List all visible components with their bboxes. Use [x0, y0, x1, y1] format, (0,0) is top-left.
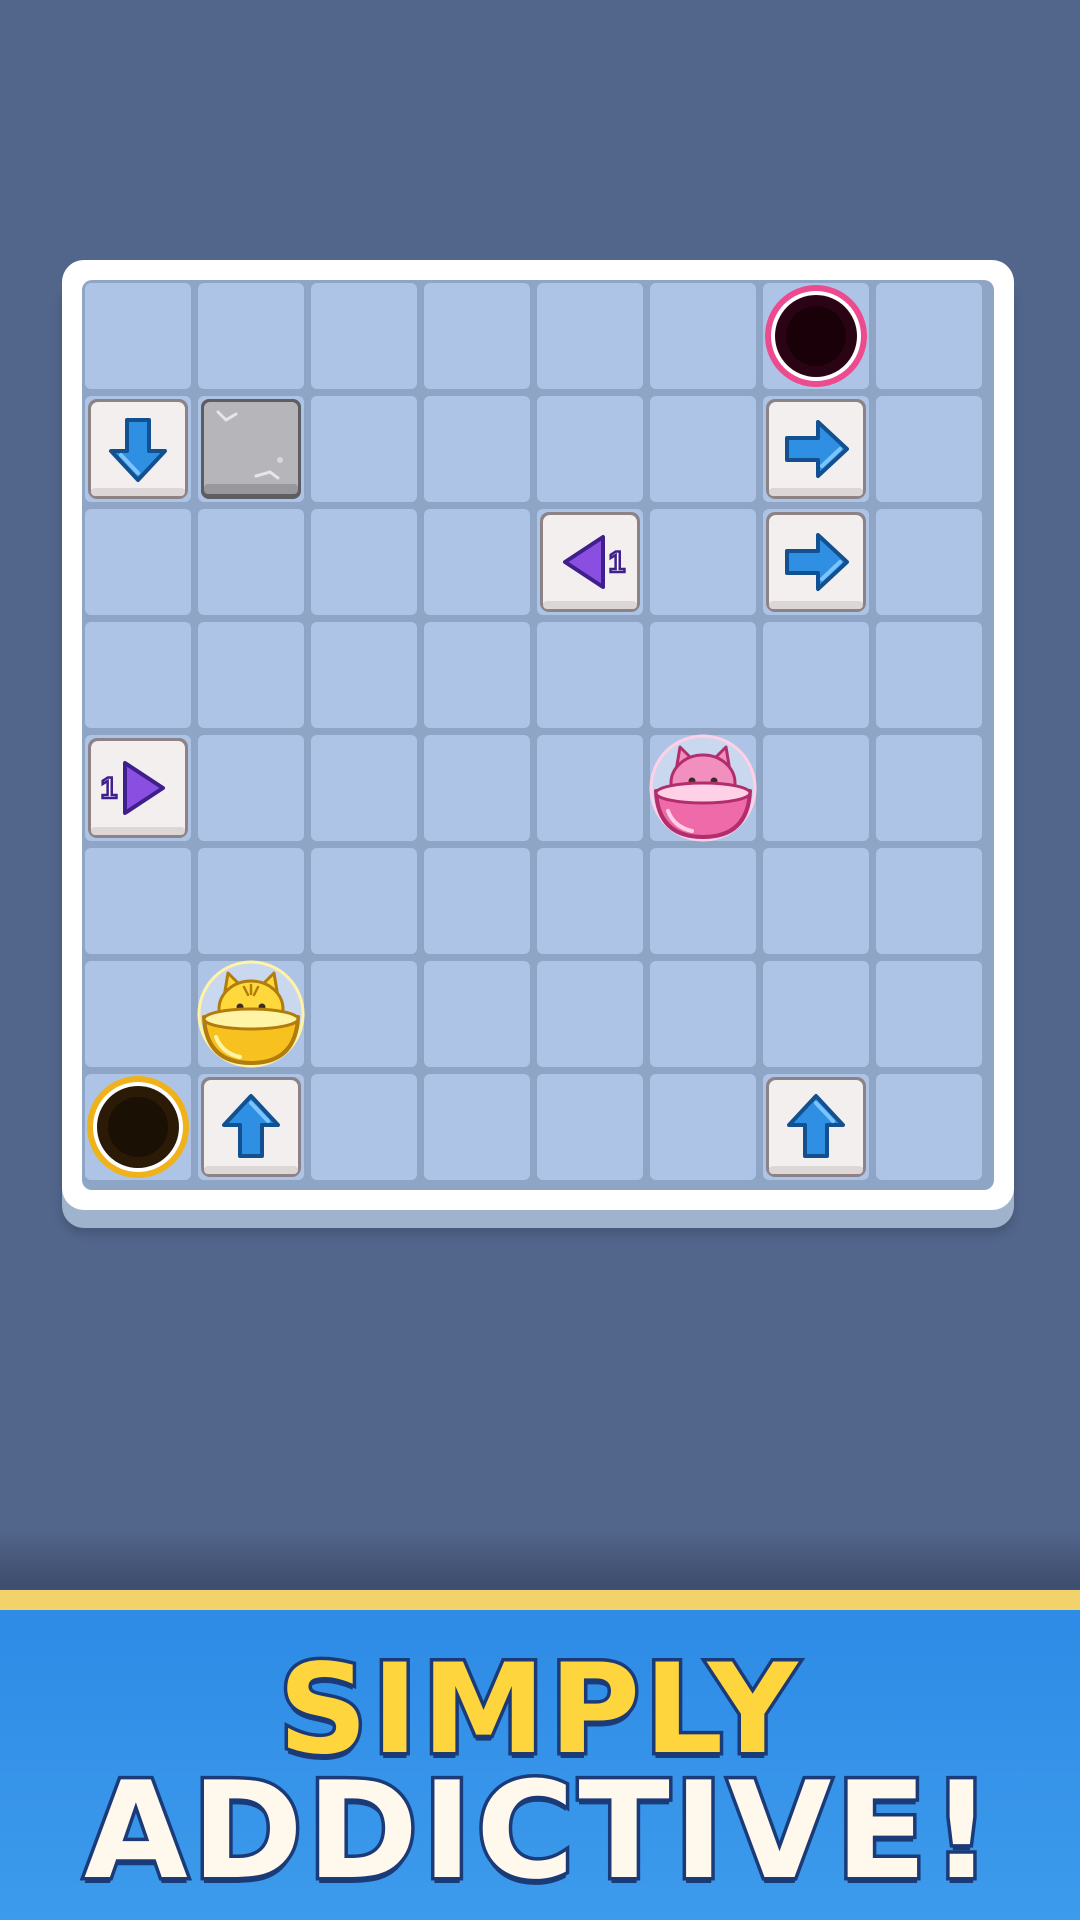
- stone-block-icon: [196, 394, 306, 504]
- board-cell[interactable]: [537, 848, 643, 954]
- arrow-down-blue-icon[interactable]: [83, 394, 193, 504]
- board-cell[interactable]: [876, 1074, 982, 1180]
- board-cell[interactable]: [537, 735, 643, 841]
- hole-pink-icon: [761, 281, 871, 391]
- arrow-count-label: 1: [609, 546, 626, 579]
- arrow-right-purple-icon[interactable]: 1: [83, 733, 193, 843]
- board-cell[interactable]: [85, 848, 191, 954]
- board-cell[interactable]: [763, 848, 869, 954]
- board-cell[interactable]: [424, 509, 530, 615]
- board-cell[interactable]: [876, 622, 982, 728]
- board-cell[interactable]: [424, 848, 530, 954]
- arrow-up-blue-icon[interactable]: [761, 1072, 871, 1182]
- board-cell[interactable]: [537, 283, 643, 389]
- board-cell[interactable]: [763, 735, 869, 841]
- board-cell[interactable]: [85, 509, 191, 615]
- board-cell[interactable]: [311, 961, 417, 1067]
- board-cell[interactable]: [650, 848, 756, 954]
- arrow-up-blue-icon[interactable]: [196, 1072, 306, 1182]
- arrow-count-label: 1: [101, 772, 118, 805]
- board-cell[interactable]: [650, 396, 756, 502]
- board-cell[interactable]: [650, 622, 756, 728]
- game-board: 11: [62, 260, 1014, 1210]
- board-cell[interactable]: [311, 509, 417, 615]
- board-cell[interactable]: [311, 735, 417, 841]
- board-cell[interactable]: [198, 848, 304, 954]
- board-cell[interactable]: [424, 396, 530, 502]
- board-cell[interactable]: [424, 622, 530, 728]
- board-cell[interactable]: [650, 961, 756, 1067]
- board-cell[interactable]: [876, 283, 982, 389]
- arrow-right-blue-icon[interactable]: [761, 394, 871, 504]
- board-cell[interactable]: [85, 622, 191, 728]
- board-cell[interactable]: [537, 1074, 643, 1180]
- board-cell[interactable]: [763, 622, 869, 728]
- board-cell[interactable]: [650, 1074, 756, 1180]
- board-cell[interactable]: [763, 961, 869, 1067]
- board-cell[interactable]: [311, 848, 417, 954]
- board-cell[interactable]: [537, 396, 643, 502]
- board-cell[interactable]: [198, 622, 304, 728]
- headline-line2: ADDICTIVE!: [81, 1753, 996, 1909]
- board-cell[interactable]: [311, 1074, 417, 1180]
- hole-gold-icon: [83, 1072, 193, 1182]
- cat-yellow-icon[interactable]: [196, 959, 306, 1069]
- footer-shadow: [0, 1530, 1080, 1590]
- board-cell[interactable]: [876, 396, 982, 502]
- board-cell[interactable]: [537, 622, 643, 728]
- board-cell[interactable]: [198, 735, 304, 841]
- board-cell[interactable]: [311, 396, 417, 502]
- board-cell[interactable]: [650, 509, 756, 615]
- board-cell[interactable]: [650, 283, 756, 389]
- board-cell[interactable]: [198, 283, 304, 389]
- board-cell[interactable]: [424, 283, 530, 389]
- board-cell[interactable]: [876, 509, 982, 615]
- board-grid: 11: [82, 280, 994, 1190]
- board-cell[interactable]: [85, 961, 191, 1067]
- board-cell[interactable]: [537, 961, 643, 1067]
- board-cell[interactable]: [876, 961, 982, 1067]
- board-cell[interactable]: [85, 283, 191, 389]
- board-cell[interactable]: [424, 735, 530, 841]
- board-cell[interactable]: [876, 735, 982, 841]
- board-cell[interactable]: [198, 509, 304, 615]
- board-cell[interactable]: [424, 1074, 530, 1180]
- board-cell[interactable]: [311, 622, 417, 728]
- board-cell[interactable]: [424, 961, 530, 1067]
- cat-pink-icon[interactable]: [648, 733, 758, 843]
- arrow-left-purple-icon[interactable]: 1: [535, 507, 645, 617]
- board-cell[interactable]: [311, 283, 417, 389]
- arrow-right-blue-icon[interactable]: [761, 507, 871, 617]
- board-cell[interactable]: [876, 848, 982, 954]
